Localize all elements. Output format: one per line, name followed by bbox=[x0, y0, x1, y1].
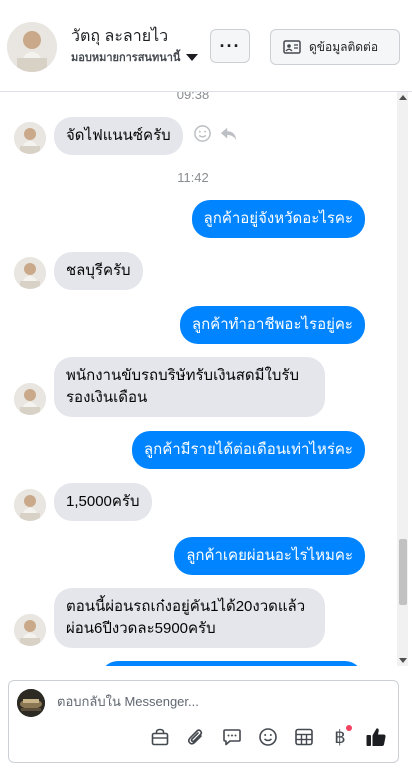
reply-input[interactable] bbox=[57, 694, 377, 709]
message-actions bbox=[193, 124, 238, 143]
emoji-icon[interactable] bbox=[256, 725, 280, 749]
outgoing-message[interactable]: ลูกค้าทำอาชีพอะไรอยู่คะ bbox=[179, 306, 365, 344]
outgoing-message[interactable]: ลูกค้ามีรายได้ต่อเดือนเท่าไหร่คะ bbox=[131, 431, 365, 469]
scroll-down-arrow[interactable] bbox=[397, 655, 408, 666]
contact-name: วัตถุ ละลายไว bbox=[71, 28, 169, 45]
outgoing-message[interactable]: ลูกค้าเคยผ่อนอะไรไหมคะ bbox=[174, 537, 365, 575]
sender-avatar bbox=[14, 614, 46, 646]
reply-icon[interactable] bbox=[220, 125, 238, 143]
incoming-message[interactable]: จัดไฟแนนซ์ครับ bbox=[54, 117, 183, 155]
timestamp: 09:38 bbox=[176, 92, 210, 102]
message-line: รองเงินเดือน bbox=[66, 389, 148, 406]
bag-icon[interactable] bbox=[148, 725, 172, 749]
conversation-header: วัตถุ ละลายไว มอบหมายการสนทนานี้ ··· ดูข… bbox=[0, 0, 412, 92]
sender-avatar bbox=[14, 257, 46, 289]
incoming-message[interactable]: 1,5000ครับ bbox=[54, 483, 152, 521]
sender-avatar bbox=[14, 489, 46, 521]
paperclip-icon[interactable] bbox=[184, 725, 208, 749]
baht-icon[interactable]: ฿ bbox=[328, 725, 352, 749]
table-icon[interactable] bbox=[292, 725, 316, 749]
outgoing-message-partial[interactable] bbox=[100, 661, 363, 666]
message-line: ตอนนี้ผ่อนรถเก๋งอยู่คัน1ได้20งวดแล้ว bbox=[66, 598, 306, 615]
sender-avatar bbox=[14, 383, 46, 415]
page-avatar bbox=[17, 689, 45, 717]
contact-avatar[interactable] bbox=[7, 22, 57, 72]
message-thread[interactable]: 09:38 จัดไฟแนนซ์ครับ 11:42 ลูกค้าอยู่จัง… bbox=[0, 92, 412, 666]
thumbs-up-icon[interactable] bbox=[364, 725, 388, 749]
chat-bubble-icon[interactable] bbox=[220, 725, 244, 749]
view-contact-label: ดูข้อมูลติดต่อ bbox=[309, 39, 379, 54]
notification-dot bbox=[346, 725, 352, 731]
caret-down-icon bbox=[186, 53, 199, 61]
smile-icon[interactable] bbox=[193, 124, 212, 143]
message-line: ผ่อน6ปีงวดละ5900ครับ bbox=[66, 620, 216, 637]
composer-toolbar: ฿ bbox=[148, 725, 388, 749]
timestamp: 11:42 bbox=[177, 170, 209, 185]
scrollbar[interactable] bbox=[397, 92, 408, 666]
scroll-up-arrow[interactable] bbox=[397, 92, 408, 103]
message-line: พนักงานขับรถบริษัทรับเงินสดมีใบรับ bbox=[66, 367, 299, 384]
scroll-thumb[interactable] bbox=[399, 539, 407, 605]
sender-avatar bbox=[14, 122, 46, 154]
id-card-icon bbox=[283, 40, 301, 54]
baht-symbol: ฿ bbox=[334, 726, 346, 748]
incoming-message[interactable]: ชลบุรีครับ bbox=[54, 252, 143, 290]
message-composer: ฿ bbox=[8, 680, 399, 763]
assign-conversation-label: มอบหมายการสนทนานี้ bbox=[71, 52, 181, 64]
outgoing-message[interactable]: ลูกค้าอยู่จังหวัดอะไรคะ bbox=[191, 200, 365, 238]
view-contact-button[interactable]: ดูข้อมูลติดต่อ bbox=[270, 29, 400, 65]
incoming-message[interactable]: พนักงานขับรถบริษัทรับเงินสดมีใบรับ รองเง… bbox=[54, 357, 325, 417]
assign-conversation-dropdown[interactable]: มอบหมายการสนทนานี้ bbox=[71, 48, 199, 66]
incoming-message[interactable]: ตอนนี้ผ่อนรถเก๋งอยู่คัน1ได้20งวดแล้ว ผ่อ… bbox=[54, 588, 325, 648]
more-options-button[interactable]: ··· bbox=[210, 29, 250, 63]
